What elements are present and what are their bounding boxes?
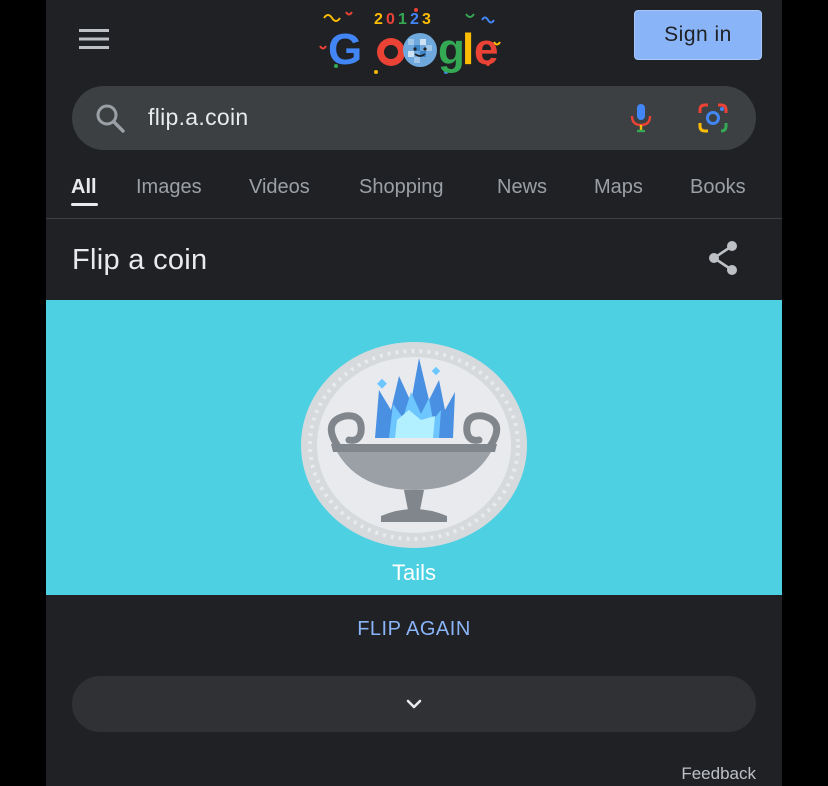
- expand-button[interactable]: [72, 676, 756, 732]
- svg-text:g: g: [438, 25, 465, 74]
- search-input[interactable]: flip.a.coin: [148, 104, 248, 131]
- svg-text:3: 3: [422, 11, 431, 28]
- svg-text:2: 2: [410, 11, 419, 28]
- svg-text:e: e: [474, 25, 498, 74]
- coin-result-label: Tails: [391, 560, 436, 585]
- sign-in-button[interactable]: Sign in: [634, 10, 762, 60]
- coin-panel[interactable]: Tails: [46, 300, 782, 595]
- search-bar[interactable]: flip.a.coin: [72, 86, 756, 150]
- tab-maps[interactable]: Maps: [594, 176, 643, 199]
- active-tab-indicator: [71, 203, 98, 206]
- feedback-link[interactable]: Feedback: [681, 764, 756, 784]
- svg-text:G: G: [328, 25, 362, 74]
- phone-screen: 2 0 1 2 3 G g l e Sign in flip.a.coin Al…: [46, 0, 782, 786]
- flip-again-button[interactable]: FLIP AGAIN: [46, 618, 782, 641]
- search-icon[interactable]: [94, 102, 126, 134]
- svg-text:1: 1: [398, 11, 407, 28]
- google-lens-icon[interactable]: [696, 101, 730, 135]
- header: 2 0 1 2 3 G g l e Sign in: [46, 0, 782, 80]
- microphone-icon[interactable]: [624, 101, 658, 135]
- svg-text:l: l: [462, 25, 474, 74]
- svg-text:2: 2: [374, 11, 383, 28]
- tab-all[interactable]: All: [71, 176, 97, 199]
- hamburger-menu-icon: [79, 29, 109, 49]
- tab-books[interactable]: Books: [690, 176, 746, 199]
- svg-text:0: 0: [386, 11, 395, 28]
- tab-videos[interactable]: Videos: [249, 176, 310, 199]
- tab-shopping[interactable]: Shopping: [359, 176, 444, 199]
- card-title: Flip a coin: [72, 244, 208, 276]
- tab-images[interactable]: Images: [136, 176, 202, 199]
- tab-news[interactable]: News: [497, 176, 547, 199]
- chevron-down-icon: [406, 699, 422, 709]
- share-icon[interactable]: [702, 236, 746, 280]
- google-doodle-logo[interactable]: 2 0 1 2 3 G g l e: [316, 6, 506, 78]
- search-tabs: All Images Videos Shopping News Maps Boo…: [46, 160, 782, 219]
- coin-tails-image[interactable]: [299, 340, 529, 550]
- menu-button[interactable]: [72, 22, 116, 56]
